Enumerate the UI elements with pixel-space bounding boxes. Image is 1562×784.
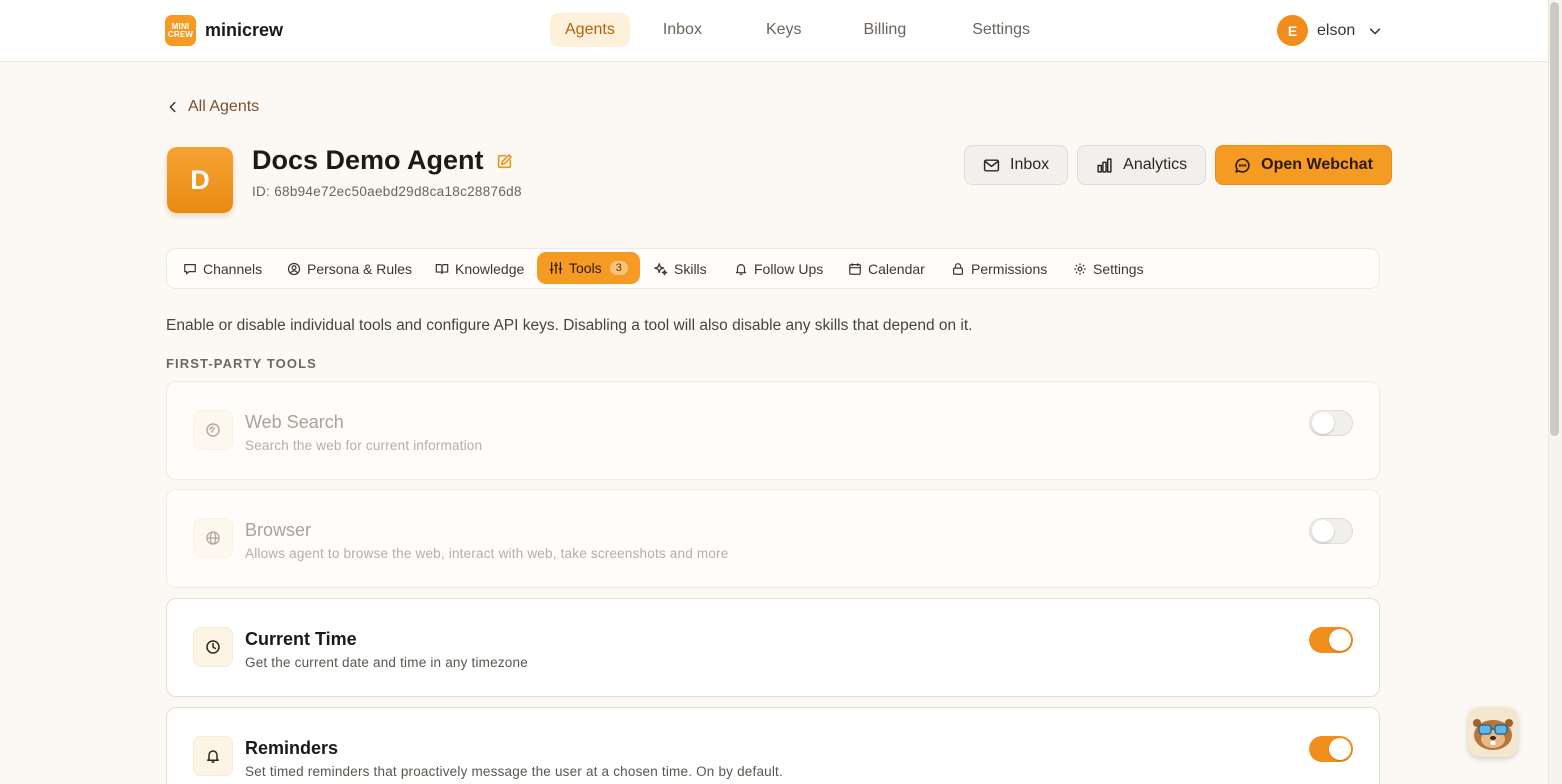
tool-name: Current Time — [245, 629, 357, 649]
brand-logo: MINI CREW — [165, 15, 196, 46]
bell-icon — [207, 750, 219, 763]
tool-icon-box — [193, 627, 233, 667]
nav-inbox[interactable]: Inbox — [648, 13, 717, 47]
brand-logo-line2: CREW — [167, 29, 194, 39]
tools-count-badge: 3 — [609, 261, 628, 275]
edit-icon[interactable] — [496, 153, 513, 170]
search-icon — [206, 423, 220, 437]
sliders-icon — [549, 262, 563, 274]
tool-icon-box — [193, 736, 233, 776]
user-circle-icon — [287, 262, 301, 276]
nav-agents[interactable]: Agents — [550, 13, 630, 47]
tool-toggle-current-time[interactable] — [1309, 627, 1353, 653]
tool-name: Reminders — [245, 738, 339, 758]
agent-avatar: D — [167, 147, 233, 213]
tab-calendar[interactable]: Calendar — [848, 254, 925, 284]
tool-description: Set timed reminders that proactively mes… — [245, 764, 783, 779]
tab-knowledge[interactable]: Knowledge — [435, 254, 524, 284]
section-title: FIRST-PARTY TOOLS — [166, 356, 317, 371]
chat-icon — [184, 264, 196, 275]
tool-toggle-browser[interactable] — [1309, 518, 1353, 544]
user-avatar: E — [1277, 15, 1308, 46]
tool-card-browser: Browser Allows agent to browse the web, … — [166, 489, 1380, 588]
open-webchat-label: Open Webchat — [1261, 156, 1373, 173]
book-icon — [435, 264, 449, 274]
analytics-button-label: Analytics — [1123, 156, 1188, 173]
chevron-left-icon — [169, 101, 176, 113]
brand[interactable]: MINI CREW minicrew — [165, 15, 283, 46]
scrollbar-thumb[interactable] — [1550, 2, 1559, 436]
toggle-knob — [1312, 412, 1334, 434]
tab-tools[interactable]: Tools 3 — [537, 252, 640, 284]
toggle-knob — [1329, 738, 1351, 760]
chat-bubble-icon — [1235, 157, 1250, 173]
agent-actions: Inbox Analytics Open Webchat — [964, 145, 1392, 185]
nav-keys[interactable]: Keys — [751, 13, 817, 47]
tab-label: Settings — [1093, 261, 1144, 277]
tool-card-reminders: Reminders Set timed reminders that proac… — [166, 707, 1380, 784]
tool-name: Web Search — [245, 412, 344, 432]
tab-label: Channels — [203, 261, 263, 277]
tool-card-web-search: Web Search Search the web for current in… — [166, 381, 1380, 480]
calendar-icon — [849, 263, 861, 275]
agent-id: ID: 68b94e72ec50aebd29d8ca18c28876d8 — [252, 184, 522, 199]
tool-card-current-time: Current Time Get the current date and ti… — [166, 598, 1380, 697]
tab-label: Calendar — [868, 261, 925, 277]
tool-description: Allows agent to browse the web, interact… — [245, 546, 729, 561]
chevron-down-icon — [1370, 27, 1381, 34]
tab-label: Tools — [569, 260, 602, 276]
toggle-knob — [1329, 629, 1351, 651]
tab-label: Follow Ups — [754, 261, 824, 277]
mascot-chat-launcher[interactable] — [1468, 707, 1518, 757]
mail-icon — [983, 158, 1000, 172]
lock-icon — [953, 263, 963, 275]
tool-toggle-web-search[interactable] — [1309, 410, 1353, 436]
nav-billing[interactable]: Billing — [849, 13, 922, 47]
tab-label: Persona & Rules — [307, 261, 413, 277]
tools-intro-text: Enable or disable individual tools and c… — [166, 317, 973, 334]
clock-icon — [206, 640, 220, 654]
nav-settings[interactable]: Settings — [957, 13, 1045, 47]
back-to-agents-link[interactable]: All Agents — [166, 98, 259, 116]
tool-toggle-reminders[interactable] — [1309, 736, 1353, 762]
tool-icon-box — [193, 518, 233, 558]
bell-icon — [735, 264, 747, 275]
globe-icon — [206, 531, 220, 545]
tool-description: Get the current date and time in any tim… — [245, 655, 528, 670]
agent-name: Docs Demo Agent — [252, 145, 484, 175]
user-menu[interactable]: E elson — [1277, 15, 1382, 46]
tool-icon-box — [193, 410, 233, 450]
brand-name: minicrew — [205, 20, 284, 40]
open-webchat-button[interactable]: Open Webchat — [1215, 145, 1392, 185]
tab-label: Knowledge — [455, 261, 525, 277]
tool-description: Search the web for current information — [245, 438, 483, 453]
tab-label: Skills — [674, 261, 707, 277]
user-name: elson — [1317, 21, 1356, 39]
agent-title: Docs Demo Agent — [252, 145, 513, 176]
tab-channels[interactable]: Channels — [183, 254, 262, 284]
agent-tabs: Channels Persona & Rules Knowledge Tools… — [166, 248, 1380, 289]
main-nav: Agents Inbox Keys Billing Settings — [550, 13, 1045, 47]
top-bar: MINI CREW minicrew Agents Inbox Keys Bil… — [0, 0, 1548, 62]
tab-skills[interactable]: Skills — [654, 254, 707, 284]
bar-chart-icon — [1097, 157, 1112, 173]
tab-persona-rules[interactable]: Persona & Rules — [287, 254, 412, 284]
analytics-button[interactable]: Analytics — [1077, 145, 1207, 185]
tab-settings[interactable]: Settings — [1073, 254, 1144, 284]
inbox-button[interactable]: Inbox — [964, 145, 1069, 185]
tab-follow-ups[interactable]: Follow Ups — [734, 254, 823, 284]
beaver-mascot-icon — [1473, 719, 1513, 750]
tool-name: Browser — [245, 520, 312, 540]
toggle-knob — [1312, 520, 1334, 542]
sparkle-icon — [654, 263, 668, 276]
inbox-button-label: Inbox — [1010, 156, 1050, 173]
gear-icon — [1074, 263, 1086, 275]
back-link-label: All Agents — [188, 98, 260, 115]
tab-label: Permissions — [971, 261, 1048, 277]
tab-permissions[interactable]: Permissions — [951, 254, 1047, 284]
